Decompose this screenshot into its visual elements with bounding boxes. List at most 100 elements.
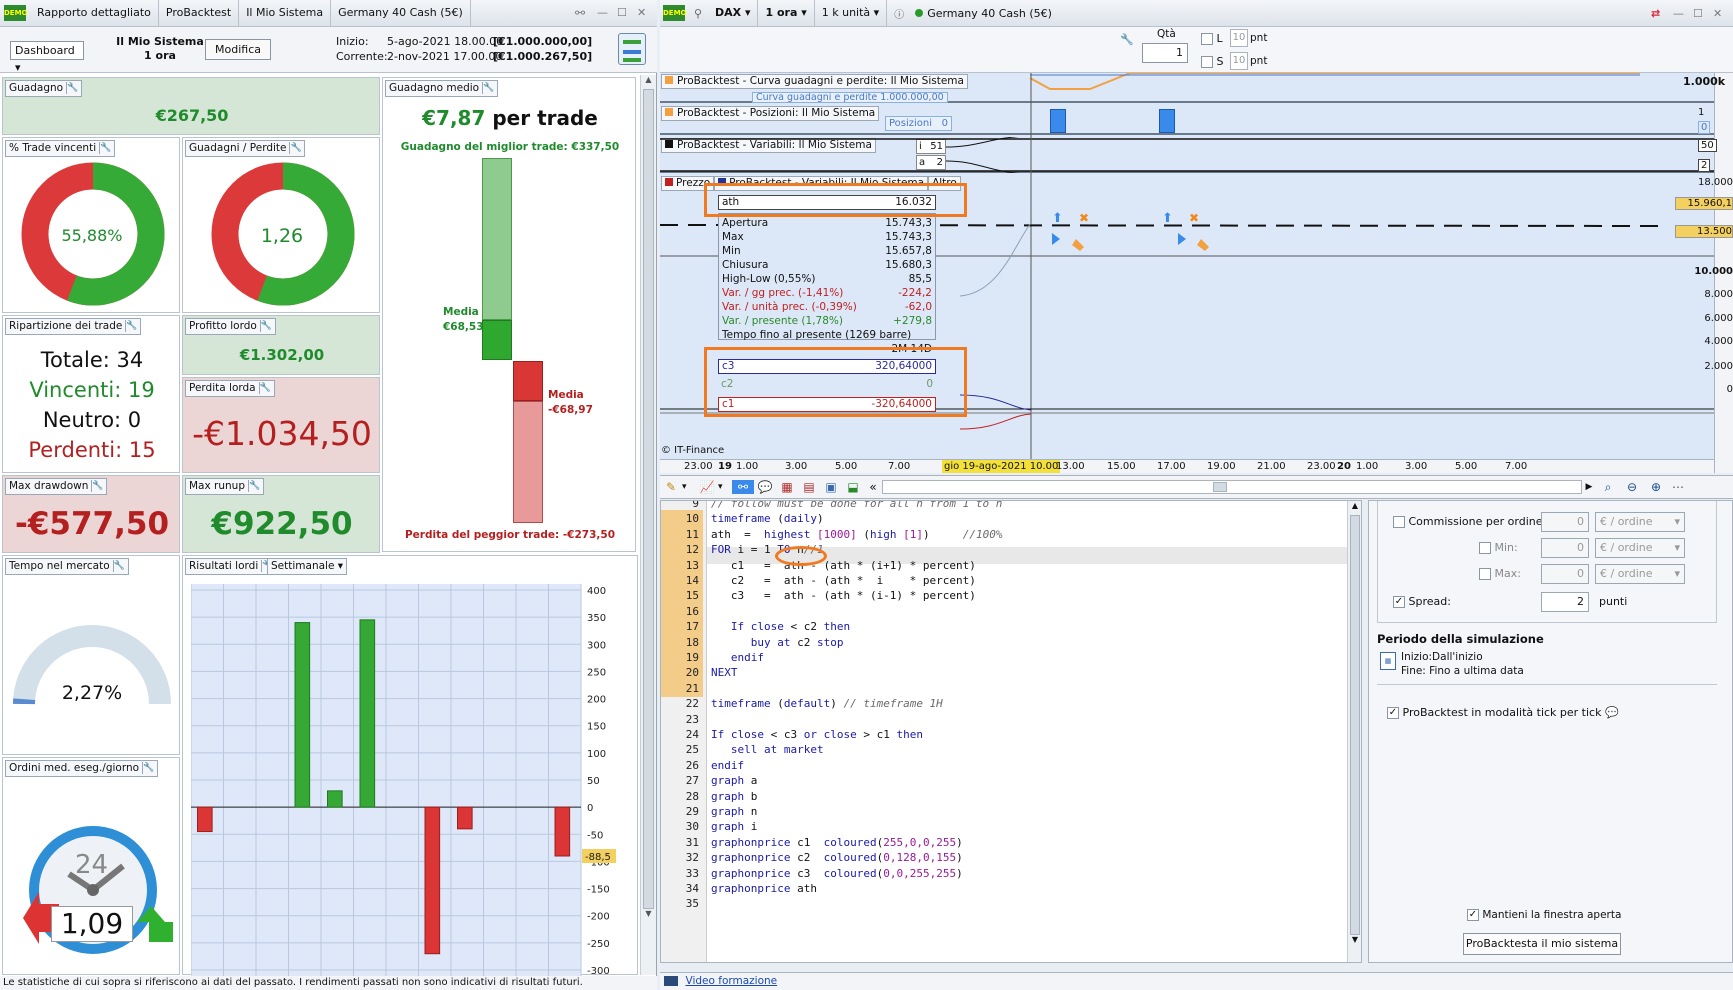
wrench-icon[interactable]: 🔧 — [125, 320, 138, 332]
time-tick-label: 3.00 — [1405, 461, 1428, 472]
minimize-icon[interactable]: — — [597, 0, 617, 26]
time-in-market-title: Tempo nel mercato 🔧 — [5, 558, 129, 575]
chart-scroll-track[interactable] — [882, 480, 1582, 494]
rewind-icon[interactable]: « — [864, 480, 882, 494]
period-select[interactable]: Settimanale ▾ — [267, 558, 348, 575]
dropdown-icon[interactable]: ▾ — [682, 482, 696, 492]
long-points[interactable]: 10 — [1230, 29, 1248, 47]
wrench-icon[interactable]: 🔧 — [482, 82, 494, 94]
drag-handle-icon[interactable]: ⋯ — [1668, 480, 1688, 494]
sync-icon[interactable]: ⇄ — [1651, 7, 1673, 20]
commission-checkbox[interactable]: Commissione per ordine : — [1393, 515, 1550, 528]
wrench-icon[interactable]: 🔧 — [248, 480, 260, 492]
left-scroll-thumb[interactable] — [643, 89, 654, 909]
scroll-right-icon[interactable]: ▶ — [1582, 482, 1596, 492]
code-line[interactable]: NEXT — [711, 664, 738, 681]
long-checkbox[interactable]: L — [1201, 32, 1223, 45]
spread-checkbox[interactable]: ✓ Spread: — [1393, 595, 1451, 608]
modify-button[interactable]: Modifica — [205, 39, 271, 60]
layout-icon[interactable]: ▣ — [820, 480, 842, 494]
dropdown-icon[interactable]: ▾ — [718, 482, 732, 492]
code-line[interactable]: c3 = ath - (ath * (i-1) * percent) — [711, 587, 976, 604]
bar-info-row: Var. / presente (1,78%) +279,8 — [722, 314, 932, 328]
short-checkbox[interactable]: S — [1201, 55, 1223, 68]
wrench-icon[interactable]: 🔧 — [91, 480, 104, 492]
grid-icon[interactable]: ▤ — [798, 480, 820, 494]
price-scale-label: 15.960,1 — [1675, 197, 1733, 210]
wrench-icon[interactable]: 🔧 — [258, 382, 271, 394]
wrench-icon[interactable]: 🔧 — [99, 142, 111, 154]
qty-input[interactable]: 1 — [1142, 43, 1188, 63]
maximize-icon[interactable]: ☐ — [1693, 7, 1713, 20]
timeframe-select[interactable]: 1 ora ▾ — [758, 0, 815, 26]
close-icon[interactable]: ✕ — [1713, 7, 1733, 20]
code-scrollbar[interactable]: ▲ ▼ — [1347, 501, 1361, 962]
indicator-icon[interactable]: 📈 — [696, 480, 718, 494]
share-icon[interactable]: ⚯ — [732, 480, 754, 494]
wrench-icon[interactable]: 🔧 — [66, 82, 78, 94]
drawing-tools-icon[interactable]: ✎ — [660, 480, 682, 494]
buy-arrow-icon: ⬆ — [1162, 211, 1173, 226]
report-config-icon[interactable] — [618, 33, 646, 65]
wrench-icon[interactable]: 🔧 — [259, 320, 272, 332]
max-checkbox[interactable]: Max: — [1479, 567, 1521, 580]
zoom-fit-icon[interactable]: ⌕ — [1596, 480, 1620, 495]
wrench-icon[interactable]: 🔧 — [142, 762, 154, 774]
info-icon[interactable]: ⓘ — [887, 6, 911, 21]
keep-open-checkbox[interactable]: ✓ Mantieni la finestra aperta — [1467, 909, 1621, 921]
minimize-icon[interactable]: — — [1673, 7, 1693, 20]
code-line[interactable]: graphonprice ath — [711, 880, 817, 897]
run-backtest-button[interactable]: ProBacktesta il mio sistema — [1463, 933, 1621, 955]
video-training-bar: Video formazione — [660, 972, 1733, 990]
commission-unit-select[interactable]: € / ordine ▾ — [1595, 512, 1685, 532]
zoom-in-icon[interactable]: ⊕ — [1644, 480, 1668, 494]
chart-scroll-thumb[interactable] — [1213, 482, 1227, 492]
help-bubble-icon[interactable]: 💬 — [1605, 706, 1619, 719]
tab-probacktest[interactable]: ProBacktest — [159, 0, 240, 26]
code-scroll-thumb[interactable] — [1350, 515, 1360, 935]
link-icon[interactable]: ⚲ — [688, 7, 708, 20]
code-line[interactable]: timeframe (default) // timeframe 1H — [711, 695, 943, 712]
spread-unit: punti — [1599, 595, 1628, 608]
share-icon[interactable]: ⚯ — [575, 0, 597, 26]
wrench-icon[interactable]: 🔧 — [289, 142, 302, 154]
min-checkbox[interactable]: Min: — [1479, 541, 1518, 554]
maximize-icon[interactable]: ☐ — [617, 0, 637, 26]
time-tick-label: 19.00 — [1207, 461, 1236, 472]
period-end[interactable]: Fine: Fino a ultima data — [1401, 665, 1524, 677]
max-unit-select[interactable]: € / ordine ▾ — [1595, 564, 1685, 584]
wrench-icon[interactable]: 🔧 — [112, 560, 125, 572]
comment-icon[interactable]: 💬 — [754, 480, 776, 494]
video-training-link[interactable]: Video formazione — [686, 975, 778, 987]
clock-24: 24 — [75, 850, 109, 880]
tick-mode-checkbox[interactable]: ✓ ProBacktest in modalità tick per tick … — [1387, 706, 1619, 719]
min-input[interactable]: 0 — [1541, 538, 1589, 558]
calculator-icon[interactable]: ▦ — [776, 480, 798, 494]
win-pct-panel: % Trade vincenti 🔧 55,88% — [2, 137, 180, 313]
bar-info-row: Min 15.657,8 — [722, 244, 932, 258]
current-value: [€1.000.267,50] — [493, 50, 593, 63]
order-tools-icon[interactable]: 🔧 — [1120, 33, 1134, 63]
code-editor[interactable]: 9// follow must be done for all n from 1… — [660, 500, 1362, 963]
export-icon[interactable]: ⬓ — [842, 480, 864, 494]
short-points[interactable]: 10 — [1230, 52, 1248, 70]
left-scrollbar[interactable]: ▲ ▼ — [640, 75, 656, 975]
commission-input[interactable]: 0 — [1541, 512, 1589, 532]
tab-my-system[interactable]: Il Mio Sistema — [239, 0, 332, 26]
tab-detailed-report[interactable]: Rapporto dettagliato — [30, 0, 159, 26]
y-tick-label: 50 — [587, 776, 600, 787]
dashboard-select[interactable]: Dashboard ▾ — [10, 41, 84, 74]
units-select[interactable]: 1 k unità ▾ — [815, 0, 888, 26]
gross-profit-title: Profitto lordo 🔧 — [185, 318, 276, 335]
instrument-select[interactable]: DAX ▾ — [708, 0, 759, 26]
bar-info-row: High-Low (0,55%) 85,5 — [722, 272, 932, 286]
min-unit-select[interactable]: € / ordine ▾ — [1595, 538, 1685, 558]
zoom-out-icon[interactable]: ⊖ — [1620, 480, 1644, 494]
close-icon[interactable]: ✕ — [637, 0, 657, 26]
tab-market[interactable]: Germany 40 Cash (5€) — [331, 0, 471, 26]
max-input[interactable]: 0 — [1541, 564, 1589, 584]
spread-input[interactable]: 2 — [1541, 592, 1589, 612]
left-window: DEMO Rapporto dettagliato ProBacktest Il… — [0, 0, 657, 990]
order-bar: 🔧 Qtà 1 L 10 pnt S 10 pnt — [660, 27, 1733, 73]
period-start[interactable]: Inizio:Dall'inizio — [1401, 651, 1483, 663]
